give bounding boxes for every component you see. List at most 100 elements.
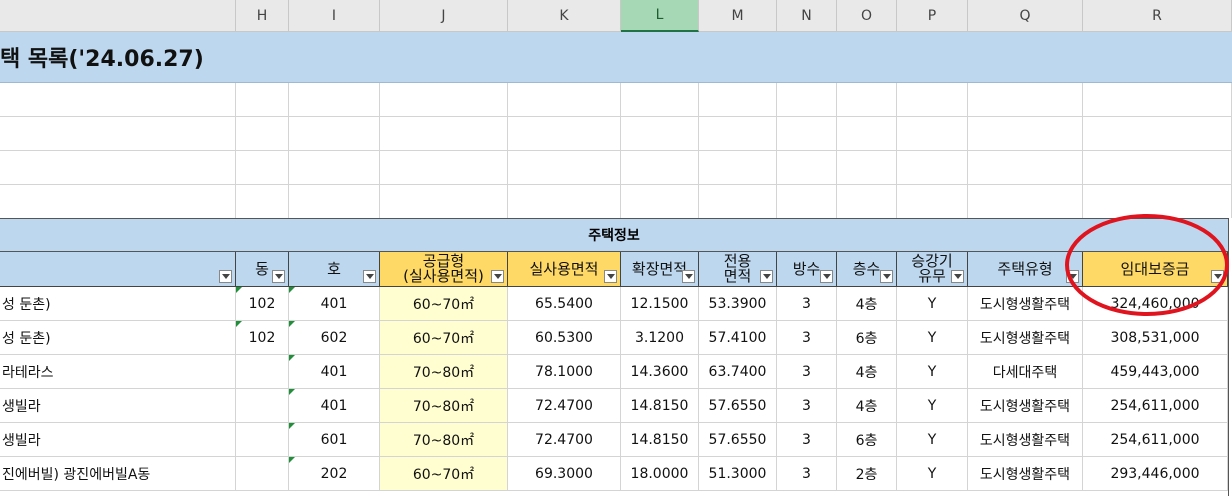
column-header-l[interactable]: L — [621, 0, 699, 32]
table-cell-deposit[interactable]: 324,460,000 — [1083, 287, 1228, 321]
table-cell-excl[interactable]: 57.4100 — [699, 321, 777, 355]
empty-cell[interactable] — [777, 83, 837, 117]
empty-cell[interactable] — [236, 151, 289, 185]
empty-cell[interactable] — [380, 185, 508, 219]
table-cell-actual[interactable]: 65.5400 — [508, 287, 621, 321]
table-cell-ext[interactable]: 14.8150 — [621, 389, 699, 423]
table-cell-dong[interactable] — [236, 457, 289, 491]
column-header-h[interactable]: H — [236, 0, 289, 32]
column-header-blank[interactable] — [0, 0, 236, 32]
table-cell-excl[interactable]: 51.3000 — [699, 457, 777, 491]
table-cell-elev[interactable]: Y — [897, 287, 968, 321]
table-cell-name[interactable]: 성 둔촌) — [0, 321, 236, 355]
table-cell-floor[interactable]: 4층 — [837, 287, 897, 321]
filter-dropdown-icon[interactable] — [272, 270, 285, 283]
column-header-m[interactable]: M — [699, 0, 777, 32]
header-house-type[interactable]: 주택유형 — [968, 252, 1083, 287]
table-cell-type[interactable]: 도시형생활주택 — [968, 321, 1083, 355]
empty-cell[interactable] — [0, 117, 236, 151]
header-excl-area[interactable]: 전용 면적 — [699, 252, 777, 287]
filter-dropdown-icon[interactable] — [951, 270, 964, 283]
table-cell-type[interactable]: 도시형생활주택 — [968, 457, 1083, 491]
empty-cell[interactable] — [699, 185, 777, 219]
table-cell-excl[interactable]: 57.6550 — [699, 389, 777, 423]
empty-cell[interactable] — [0, 185, 236, 219]
empty-cell[interactable] — [1083, 83, 1232, 117]
table-cell-type[interactable]: 도시형생활주택 — [968, 389, 1083, 423]
filter-dropdown-icon[interactable] — [219, 270, 232, 283]
table-cell-floor[interactable]: 6층 — [837, 423, 897, 457]
sheet-title[interactable]: 택 목록('24.06.27) — [0, 32, 1232, 83]
table-cell-supply[interactable]: 60~70㎡ — [380, 457, 508, 491]
filter-dropdown-icon[interactable] — [363, 270, 376, 283]
table-cell-ext[interactable]: 18.0000 — [621, 457, 699, 491]
table-cell-floor[interactable]: 4층 — [837, 355, 897, 389]
table-cell-supply[interactable]: 60~70㎡ — [380, 287, 508, 321]
filter-dropdown-icon[interactable] — [1066, 270, 1079, 283]
empty-cell[interactable] — [1083, 151, 1232, 185]
table-cell-elev[interactable]: Y — [897, 423, 968, 457]
filter-dropdown-icon[interactable] — [682, 270, 695, 283]
header-name[interactable] — [0, 252, 236, 287]
table-cell-rooms[interactable]: 3 — [777, 355, 837, 389]
filter-dropdown-icon[interactable] — [491, 270, 504, 283]
table-cell-ext[interactable]: 3.1200 — [621, 321, 699, 355]
header-actual-area[interactable]: 실사용면적 — [508, 252, 621, 287]
table-cell-dong[interactable] — [236, 355, 289, 389]
table-cell-deposit[interactable]: 459,443,000 — [1083, 355, 1228, 389]
column-header-n[interactable]: N — [777, 0, 837, 32]
empty-cell[interactable] — [508, 151, 621, 185]
table-cell-dong[interactable]: 102 — [236, 287, 289, 321]
table-cell-rooms[interactable]: 3 — [777, 423, 837, 457]
table-cell-ho[interactable]: 202 — [289, 457, 380, 491]
table-cell-ho[interactable]: 401 — [289, 389, 380, 423]
table-cell-actual[interactable]: 60.5300 — [508, 321, 621, 355]
table-cell-name[interactable]: 진에버빌) 광진에버빌A동 — [0, 457, 236, 491]
empty-cell[interactable] — [621, 151, 699, 185]
table-cell-supply[interactable]: 60~70㎡ — [380, 321, 508, 355]
empty-cell[interactable] — [837, 151, 897, 185]
empty-cell[interactable] — [289, 185, 380, 219]
empty-cell[interactable] — [508, 83, 621, 117]
empty-cell[interactable] — [968, 117, 1083, 151]
empty-cell[interactable] — [1083, 185, 1232, 219]
table-cell-type[interactable]: 도시형생활주택 — [968, 287, 1083, 321]
table-cell-ho[interactable]: 602 — [289, 321, 380, 355]
column-header-j[interactable]: J — [380, 0, 508, 32]
filter-dropdown-icon[interactable] — [880, 270, 893, 283]
column-header-k[interactable]: K — [508, 0, 621, 32]
header-ho[interactable]: 호 — [289, 252, 380, 287]
empty-cell[interactable] — [699, 151, 777, 185]
table-cell-rooms[interactable]: 3 — [777, 321, 837, 355]
column-header-q[interactable]: Q — [968, 0, 1083, 32]
filter-dropdown-icon[interactable] — [604, 270, 617, 283]
table-cell-deposit[interactable]: 254,611,000 — [1083, 423, 1228, 457]
empty-cell[interactable] — [380, 83, 508, 117]
empty-cell[interactable] — [289, 83, 380, 117]
table-cell-dong[interactable] — [236, 423, 289, 457]
empty-cell[interactable] — [508, 117, 621, 151]
empty-cell[interactable] — [968, 151, 1083, 185]
empty-cell[interactable] — [777, 151, 837, 185]
table-cell-name[interactable]: 성 둔촌) — [0, 287, 236, 321]
empty-cell[interactable] — [621, 185, 699, 219]
empty-cell[interactable] — [699, 83, 777, 117]
table-cell-ext[interactable]: 12.1500 — [621, 287, 699, 321]
column-header-o[interactable]: O — [837, 0, 897, 32]
table-cell-floor[interactable]: 6층 — [837, 321, 897, 355]
column-header-p[interactable]: P — [897, 0, 968, 32]
empty-cell[interactable] — [897, 83, 968, 117]
table-cell-actual[interactable]: 69.3000 — [508, 457, 621, 491]
table-cell-ext[interactable]: 14.3600 — [621, 355, 699, 389]
empty-cell[interactable] — [897, 117, 968, 151]
table-cell-dong[interactable]: 102 — [236, 321, 289, 355]
table-cell-elev[interactable]: Y — [897, 389, 968, 423]
table-cell-floor[interactable]: 2층 — [837, 457, 897, 491]
empty-cell[interactable] — [837, 117, 897, 151]
table-cell-supply[interactable]: 70~80㎡ — [380, 355, 508, 389]
table-cell-elev[interactable]: Y — [897, 321, 968, 355]
table-cell-excl[interactable]: 57.6550 — [699, 423, 777, 457]
header-floor[interactable]: 층수 — [837, 252, 897, 287]
table-cell-name[interactable]: 라테라스 — [0, 355, 236, 389]
empty-cell[interactable] — [236, 83, 289, 117]
